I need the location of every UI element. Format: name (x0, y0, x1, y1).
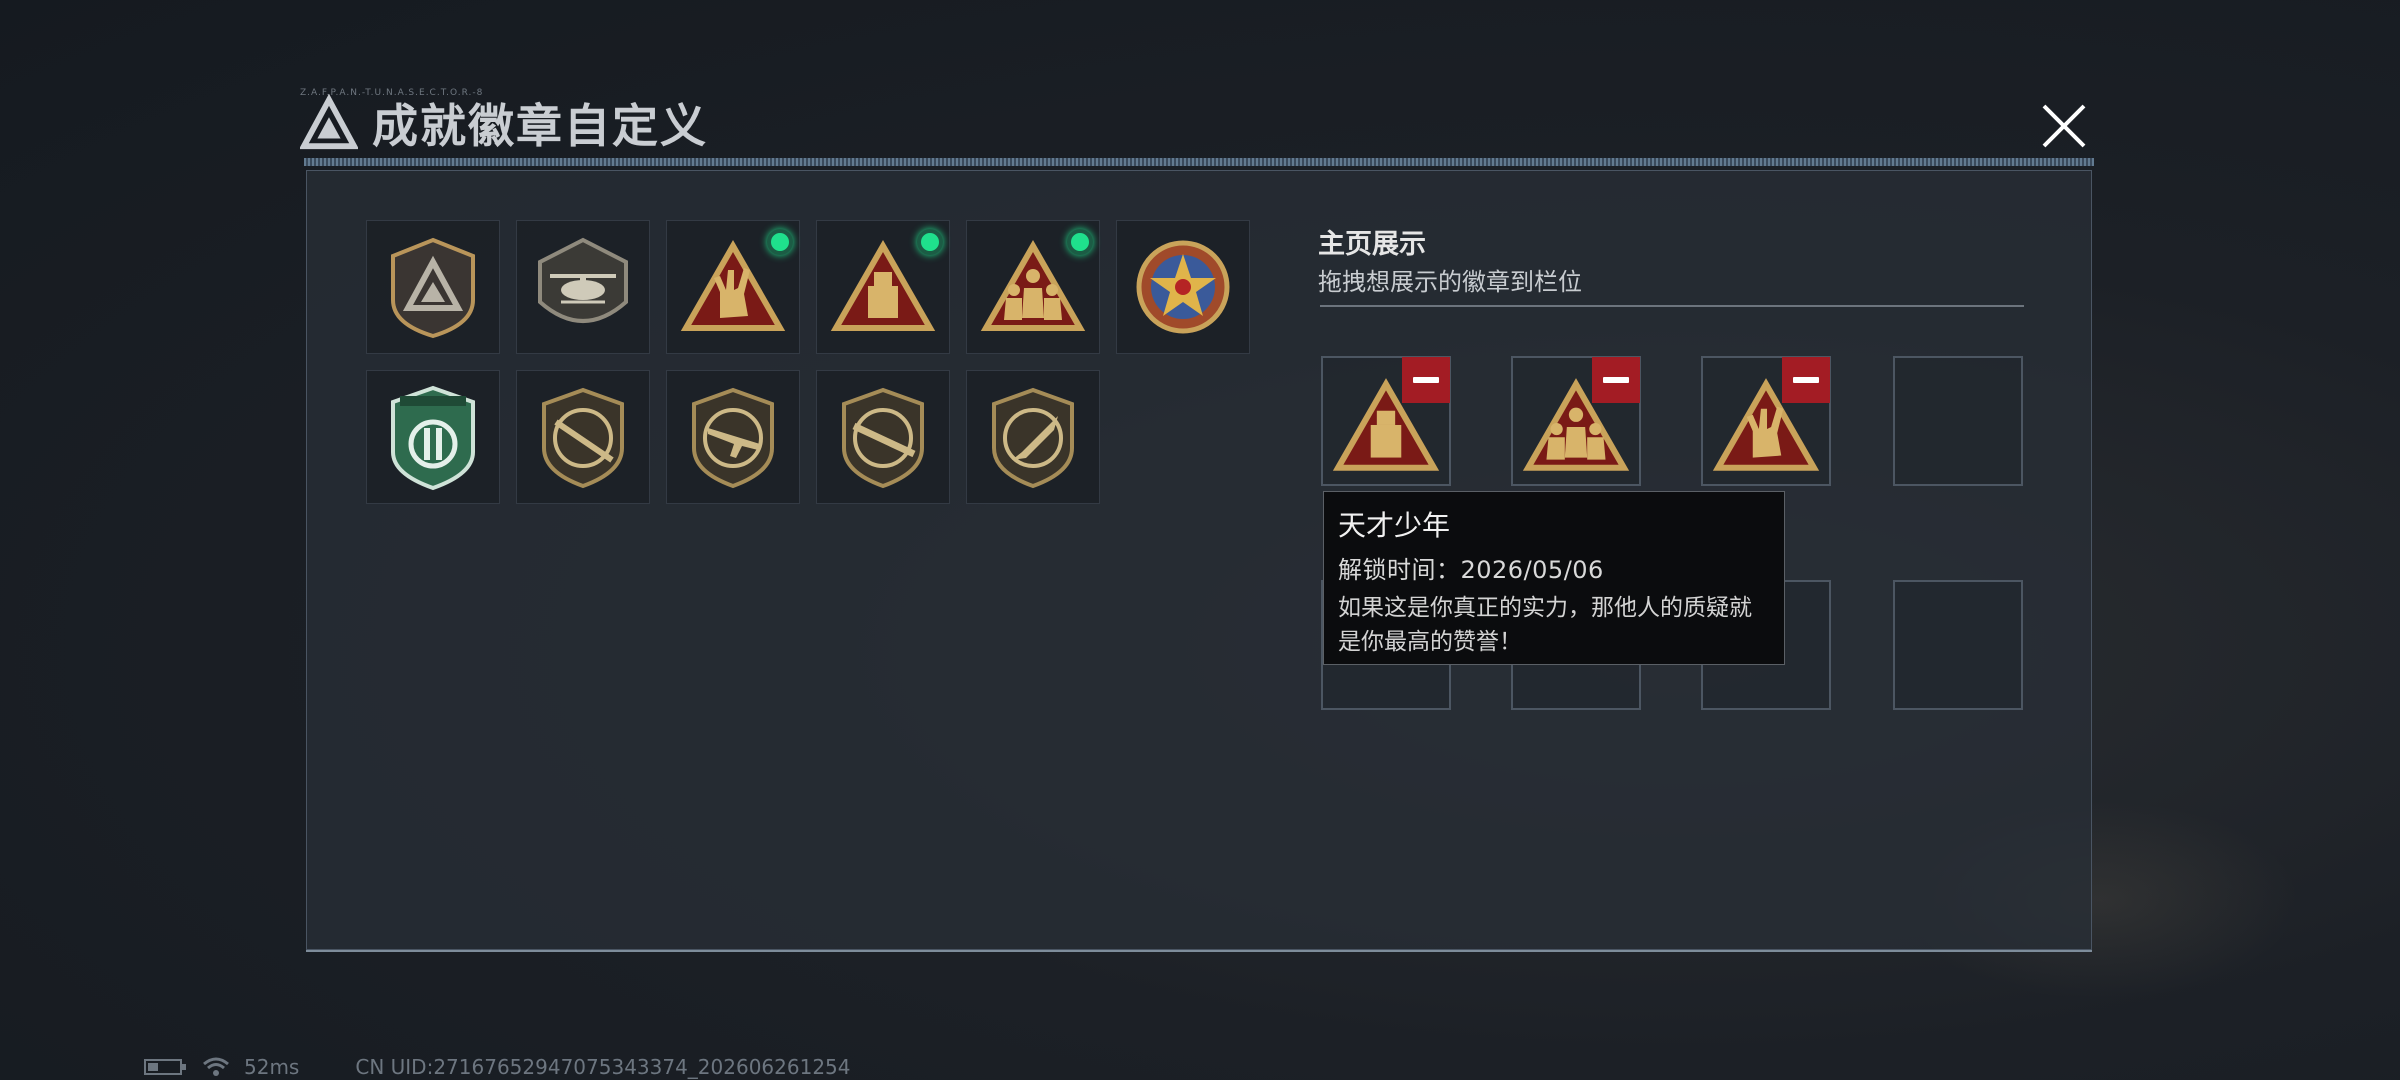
sniper-rifle-shield-icon (542, 387, 624, 489)
badge-star-medal[interactable] (1116, 220, 1250, 354)
green-shield-icon (391, 385, 475, 491)
shotgun-shield-icon (842, 387, 924, 489)
close-button[interactable] (2036, 94, 2092, 158)
new-indicator-dot (917, 229, 943, 255)
close-icon (2042, 104, 2086, 148)
showcase-divider (1320, 305, 2024, 307)
badge-sniper[interactable] (516, 370, 650, 504)
remove-badge-button[interactable] (1782, 357, 1830, 403)
badge-usb[interactable] (816, 220, 950, 354)
badge-helicopter[interactable] (516, 220, 650, 354)
badge-green-shield[interactable] (366, 370, 500, 504)
tooltip-unlock-time: 解锁时间：2026/05/06 (1338, 556, 1604, 584)
badge-rock-hand[interactable] (666, 220, 800, 354)
ping-text: 52ms (244, 1055, 300, 1079)
showcase-slot-1[interactable] (1321, 356, 1451, 486)
window-header: 成就徽章自定义 (300, 92, 708, 154)
remove-badge-button[interactable] (1592, 357, 1640, 403)
minus-icon (1603, 377, 1629, 383)
page-title: 成就徽章自定义 (372, 99, 708, 153)
star-medal-icon (1136, 240, 1230, 334)
tooltip-badge-name: 天才少年 (1338, 509, 1451, 542)
remove-badge-button[interactable] (1402, 357, 1450, 403)
showcase-description: 拖拽想展示的徽章到栏位 (1318, 268, 1582, 296)
showcase-title: 主页展示 (1318, 229, 1426, 260)
minus-icon (1793, 377, 1819, 383)
badge-knife[interactable] (966, 370, 1100, 504)
showcase-slot-4[interactable] (1893, 356, 2023, 486)
wifi-icon (203, 1057, 229, 1076)
game-logo-icon (300, 94, 358, 150)
header-divider (304, 158, 2094, 166)
tooltip-description-line: 是你最高的赞誉！ (1338, 629, 1522, 655)
tooltip-description-line: 如果这是你真正的实力，那他人的质疑就 (1338, 595, 1752, 621)
tooltip-description: 如果这是你真正的实力，那他人的质疑就 是你最高的赞誉！ (1338, 591, 1770, 659)
knife-shield-icon (992, 387, 1074, 489)
assault-rifle-shield-icon (692, 387, 774, 489)
badge-assault-rifle[interactable] (666, 370, 800, 504)
panel-bottom-border (306, 950, 2092, 952)
status-bar: 52ms CN UID:271676529470753433​74_202606… (144, 1054, 851, 1080)
apex-triangle-shield-icon (391, 237, 475, 339)
showcase-slot-3[interactable] (1701, 356, 1831, 486)
helicopter-shield-icon (538, 237, 628, 323)
showcase-slot-2[interactable] (1511, 356, 1641, 486)
minus-icon (1413, 377, 1439, 383)
badge-shotgun[interactable] (816, 370, 950, 504)
new-indicator-dot (767, 229, 793, 255)
badge-squad[interactable] (966, 220, 1100, 354)
new-indicator-dot (1067, 229, 1093, 255)
uid-text: CN UID:271676529470753433​74_20260626125… (355, 1055, 851, 1079)
battery-icon (144, 1059, 186, 1075)
showcase-slot-8[interactable] (1893, 580, 2023, 710)
badge-tooltip: 天才少年 解锁时间：2026/05/06 如果这是你真正的实力，那他人的质疑就 … (1323, 491, 1785, 665)
badge-apex-triangle[interactable] (366, 220, 500, 354)
